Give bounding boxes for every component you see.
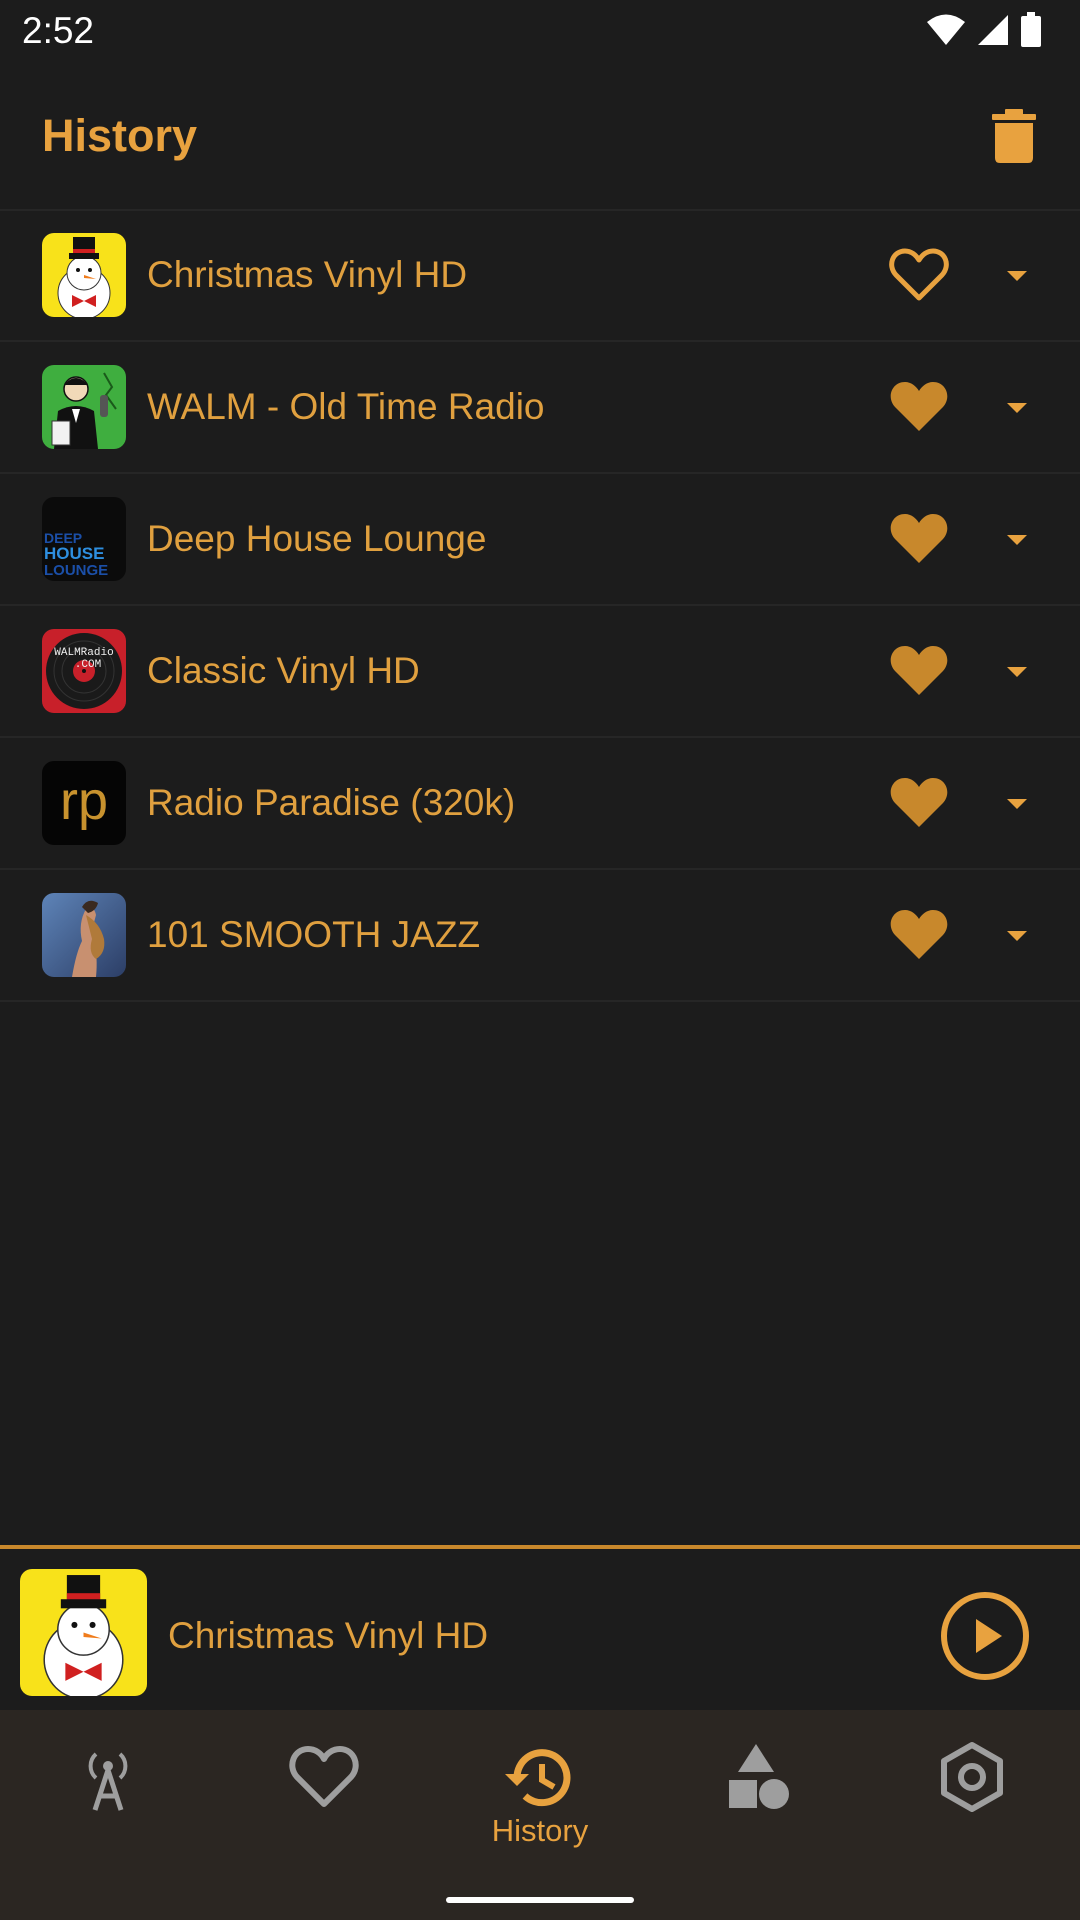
caret-down-icon: [1007, 535, 1027, 545]
list-item[interactable]: DEEP HOUSE LOUNGE Deep House Lounge: [0, 474, 1080, 606]
caret-down-icon: [1007, 931, 1027, 941]
list-item[interactable]: Christmas Vinyl HD: [0, 210, 1080, 342]
expand-button[interactable]: [1000, 788, 1034, 818]
caret-down-icon: [1007, 799, 1027, 809]
nav-stations[interactable]: [0, 1710, 216, 1860]
heart-icon: [289, 1746, 359, 1807]
list-item[interactable]: WALMRadio .COM Classic Vinyl HD: [0, 606, 1080, 738]
station-logo: rp: [42, 761, 126, 845]
bottom-navigation: History: [0, 1710, 1080, 1920]
station-logo: WALMRadio .COM: [42, 629, 126, 713]
favorite-button[interactable]: [888, 643, 950, 699]
page-title: History: [42, 110, 198, 161]
favorite-button[interactable]: [888, 775, 950, 831]
status-bar: 2:52: [0, 0, 1080, 64]
favorite-button[interactable]: [888, 379, 950, 435]
expand-button[interactable]: [1000, 920, 1034, 950]
app-header: History: [0, 64, 1080, 211]
logo-text: WALMRadio: [54, 647, 113, 659]
station-name: WALM - Old Time Radio: [147, 386, 545, 427]
logo-text: rp: [60, 771, 108, 831]
expand-button[interactable]: [1000, 260, 1034, 290]
radio-tower-icon: [88, 1752, 128, 1811]
settings-icon: [941, 1742, 1003, 1812]
cellular-signal-icon: [978, 15, 1008, 45]
nav-history[interactable]: History: [432, 1710, 648, 1860]
logo-text: HOUSE: [44, 544, 104, 563]
station-name: 101 SMOOTH JAZZ: [147, 914, 481, 955]
deep-house-lounge-logo: DEEP HOUSE LOUNGE: [42, 497, 126, 581]
station-name: Christmas Vinyl HD: [147, 254, 468, 295]
smooth-jazz-logo-icon: [42, 893, 126, 977]
expand-button[interactable]: [1000, 524, 1034, 554]
nav-favorites[interactable]: [216, 1710, 432, 1860]
snowman-logo-icon: [42, 233, 126, 317]
expand-button[interactable]: [1000, 656, 1034, 686]
station-name: Classic Vinyl HD: [147, 650, 420, 691]
nav-label: History: [491, 1813, 589, 1848]
radio-paradise-logo: rp: [42, 761, 126, 845]
nav-settings[interactable]: [864, 1710, 1080, 1860]
station-logo: [42, 233, 126, 317]
status-icons: [926, 12, 1042, 48]
now-playing-logo: [20, 1569, 147, 1696]
logo-text: .COM: [75, 659, 101, 671]
now-playing-title: Christmas Vinyl HD: [168, 1615, 489, 1656]
station-history-list: Christmas Vinyl HD WALM - Old Time Radio…: [0, 210, 1080, 1002]
heart-filled-icon: [890, 514, 948, 563]
heart-filled-icon: [890, 382, 948, 431]
logo-text: LOUNGE: [44, 562, 108, 579]
heart-filled-icon: [890, 646, 948, 695]
caret-down-icon: [1007, 271, 1027, 281]
clear-history-button[interactable]: [988, 108, 1040, 164]
heart-outline-icon: [889, 248, 949, 301]
list-item[interactable]: 101 SMOOTH JAZZ: [0, 870, 1080, 1002]
shapes-icon: [729, 1744, 789, 1809]
play-icon: [941, 1592, 1029, 1680]
mini-player[interactable]: Christmas Vinyl HD: [0, 1545, 1080, 1714]
station-logo: DEEP HOUSE LOUNGE: [42, 497, 126, 581]
history-icon: [505, 1749, 571, 1807]
favorite-button[interactable]: [888, 247, 950, 303]
trash-icon: [992, 109, 1036, 163]
battery-icon: [1021, 12, 1041, 47]
favorite-button[interactable]: [888, 907, 950, 963]
list-item[interactable]: rp Radio Paradise (320k): [0, 738, 1080, 870]
nav-categories[interactable]: [648, 1710, 864, 1860]
caret-down-icon: [1007, 403, 1027, 413]
classic-vinyl-logo: WALMRadio .COM: [42, 629, 126, 713]
station-logo: [42, 365, 126, 449]
wifi-icon: [927, 14, 965, 45]
list-item[interactable]: WALM - Old Time Radio: [0, 342, 1080, 474]
snowman-logo-icon: [20, 1569, 147, 1696]
home-indicator[interactable]: [446, 1897, 634, 1903]
station-logo: [42, 893, 126, 977]
old-time-radio-logo-icon: [42, 365, 126, 449]
station-name: Radio Paradise (320k): [147, 782, 516, 823]
expand-button[interactable]: [1000, 392, 1034, 422]
station-name: Deep House Lounge: [147, 518, 487, 559]
heart-filled-icon: [890, 778, 948, 827]
caret-down-icon: [1007, 667, 1027, 677]
heart-filled-icon: [890, 910, 948, 959]
play-button[interactable]: [940, 1591, 1030, 1681]
status-time: 2:52: [22, 10, 95, 51]
favorite-button[interactable]: [888, 511, 950, 567]
